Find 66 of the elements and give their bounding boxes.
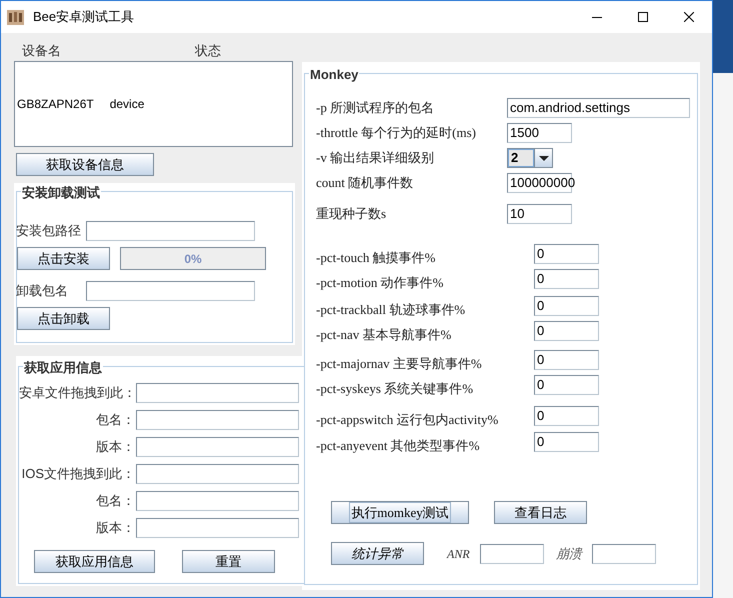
param-label: -pct-touch 触摸事件% [316, 249, 437, 264]
param-label: -v 输出结果详细级别 [316, 149, 436, 168]
input-field[interactable]: 0 [534, 350, 599, 370]
input-field[interactable]: 0 [534, 296, 599, 316]
dropdown-value: 2 [508, 149, 534, 167]
input-field[interactable] [136, 518, 299, 538]
device-info-button[interactable]: 获取设备信息 [16, 153, 154, 176]
input-field[interactable]: com.andriod.settings [507, 98, 690, 118]
param-label: -throttle 每个行为的延时(ms) [316, 124, 477, 142]
input-field[interactable] [136, 410, 299, 430]
param-label: -pct-anyevent 其他类型事件% [316, 437, 481, 452]
bee-app-icon [7, 10, 24, 24]
stats-button[interactable]: 统计异常 [331, 542, 424, 565]
input-field[interactable]: 100000000 [507, 173, 572, 193]
field-label: 安装包路径 [16, 222, 82, 240]
param-label: -p 所测试程序的包名 [316, 99, 436, 118]
field-label: IOS文件拖拽到此： [20, 465, 136, 484]
view-log-button[interactable]: 查看日志 [494, 501, 587, 524]
input-field[interactable] [136, 383, 299, 403]
reset-button[interactable]: 重置 [182, 550, 275, 573]
param-label: -pct-nav 基本导航事件% [316, 326, 452, 341]
progress-reading: 0% [184, 250, 202, 268]
input-field[interactable]: 1500 [507, 123, 572, 143]
column-header: 状态 [195, 42, 221, 60]
param-label: -pct-trackball 轨迹球事件% [316, 301, 466, 316]
input-field[interactable] [136, 464, 299, 484]
input-field[interactable]: 0 [534, 321, 599, 341]
input-field[interactable] [136, 491, 299, 511]
input-field[interactable] [592, 544, 656, 564]
maximize-icon [638, 12, 648, 22]
param-label: -pct-motion 动作事件% [316, 274, 444, 289]
param-label: count 随机事件数 [316, 174, 414, 192]
run-monkey-button[interactable]: 执行momkey测试 [331, 501, 469, 524]
input-field[interactable] [86, 221, 255, 241]
install-button[interactable]: 点击安装 [17, 247, 110, 270]
field-label: 版本： [95, 438, 136, 456]
input-field[interactable]: 0 [534, 406, 599, 426]
list-cell-text: device [110, 96, 144, 113]
window-title: Bee安卓测试工具 [33, 8, 134, 26]
param-label: -pct-appswitch 运行包内activity% [316, 411, 500, 426]
field-label: ANR [447, 546, 471, 562]
input-field[interactable] [480, 544, 544, 564]
input-field[interactable]: 0 [534, 375, 599, 395]
param-label: -pct-majornav 主要导航事件% [316, 355, 483, 370]
param-label: 重现种子数s [316, 205, 388, 224]
field-label: 崩溃 [556, 544, 584, 563]
param-label: -pct-syskeys 系统关键事件% [316, 380, 474, 395]
input-field[interactable]: 0 [534, 244, 599, 264]
dropdown[interactable]: 2 [507, 148, 553, 168]
list-cell-text: GB8ZAPN26T [17, 96, 94, 113]
uninstall-button[interactable]: 点击卸载 [17, 307, 110, 330]
input-field[interactable]: 0 [534, 269, 599, 289]
close-icon [684, 12, 694, 22]
get-app-info-button[interactable]: 获取应用信息 [34, 550, 155, 573]
field-label: 版本： [95, 519, 136, 538]
field-label: 安卓文件拖拽到此： [19, 384, 136, 402]
minimize-icon [592, 16, 602, 18]
column-header: 设备名 [21, 42, 62, 60]
field-label: 包名： [95, 411, 136, 430]
field-label: 卸载包名 [16, 282, 69, 300]
input-field[interactable] [86, 281, 255, 301]
input-field[interactable] [136, 437, 299, 457]
input-field[interactable]: 0 [534, 432, 599, 452]
dropdown-arrow-icon [538, 156, 548, 160]
field-label: 包名： [95, 492, 136, 510]
input-field[interactable]: 10 [507, 204, 572, 224]
